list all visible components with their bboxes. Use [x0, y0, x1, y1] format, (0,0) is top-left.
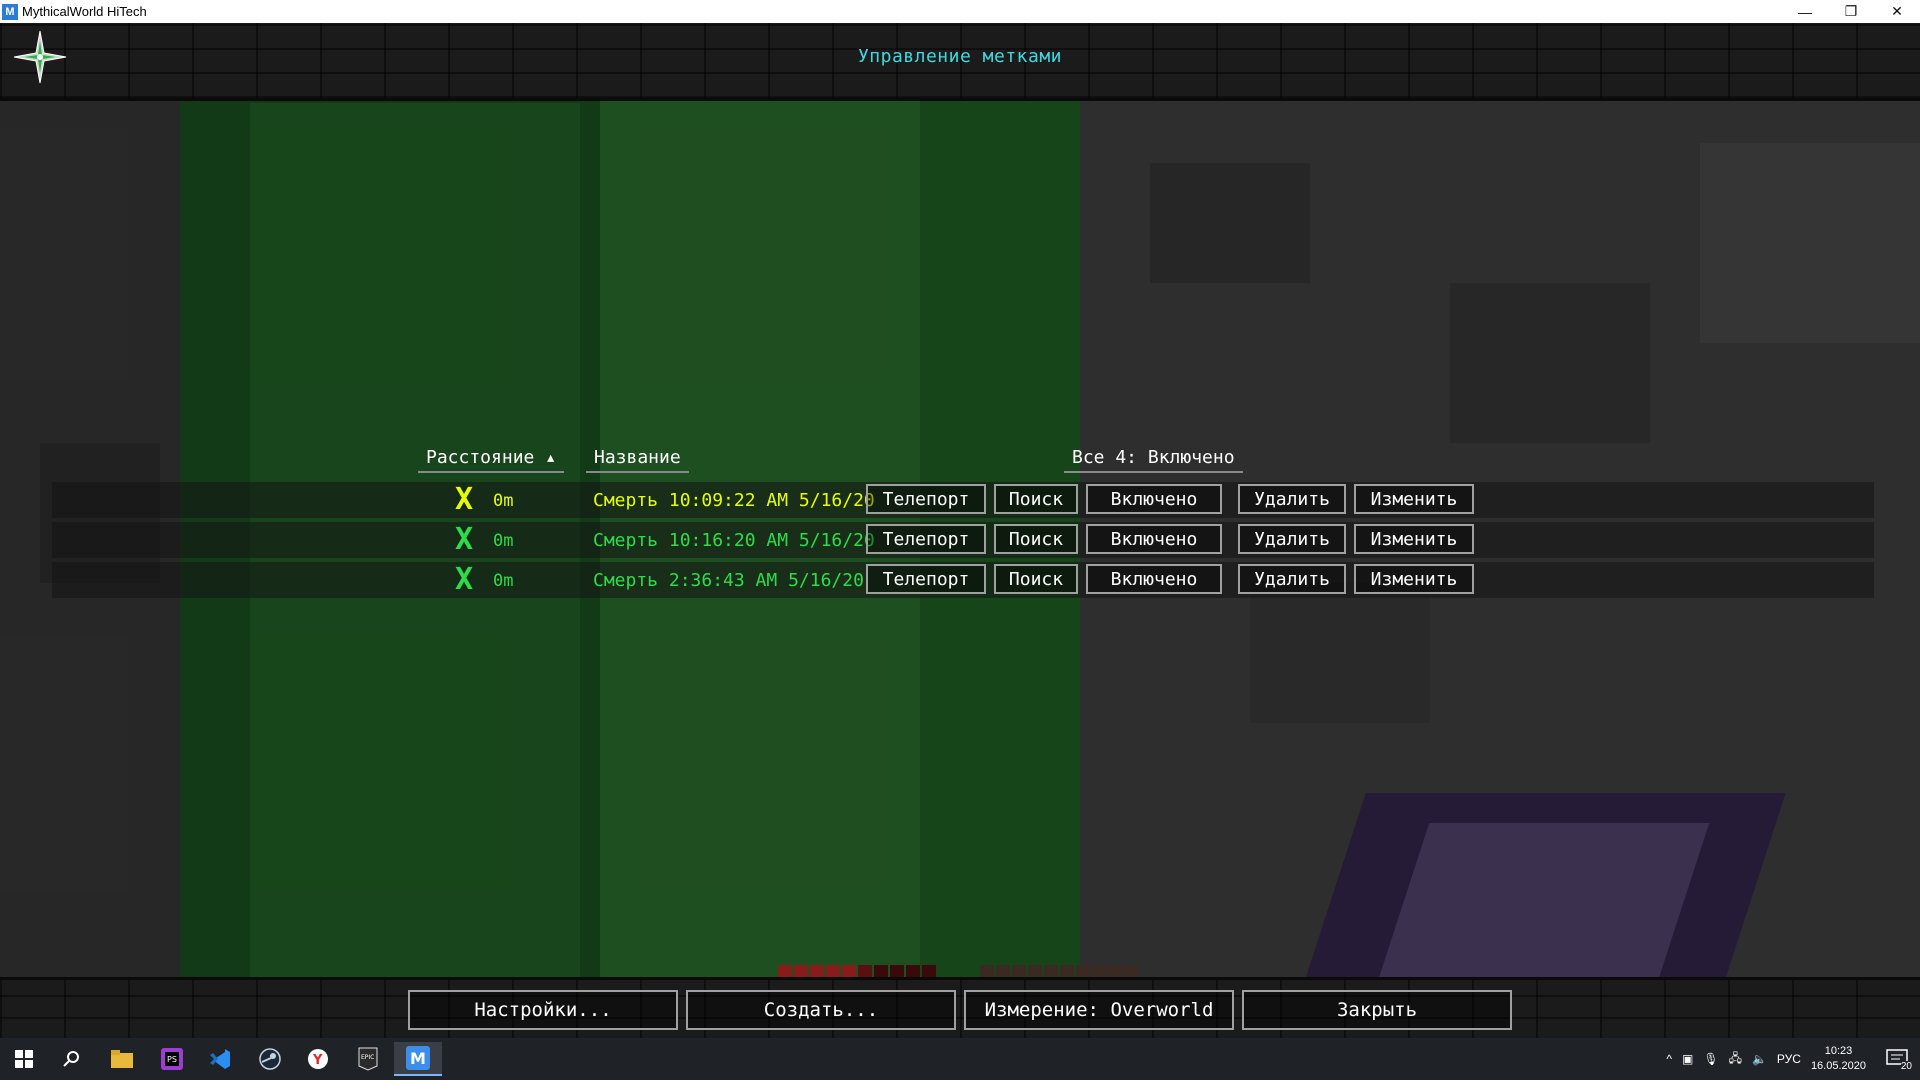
create-button[interactable]: Создать...: [686, 990, 956, 1030]
search-button[interactable]: Поиск: [994, 484, 1078, 514]
waypoint-name: Смерть 10:16:20 AM 5/16/20: [593, 530, 875, 551]
heart-icon: [810, 965, 824, 977]
waypoint-distance: 0m: [493, 491, 514, 511]
settings-button[interactable]: Настройки...: [408, 990, 678, 1030]
enabled-toggle-button[interactable]: Включено: [1086, 564, 1222, 594]
heart-icon: [890, 965, 904, 977]
hunger-icon: [1012, 965, 1026, 977]
yandex-browser-icon[interactable]: Y: [294, 1042, 342, 1076]
hunger-icon: [1076, 965, 1090, 977]
steam-icon[interactable]: [246, 1042, 294, 1076]
waypoint-name: Смерть 10:09:22 AM 5/16/20: [593, 490, 875, 511]
language-indicator[interactable]: РУС: [1777, 1052, 1801, 1066]
waypoint-distance: 0m: [493, 531, 514, 551]
hunger-icon: [1044, 965, 1058, 977]
gui-footer: [0, 977, 1920, 1041]
gui-header: Управление метками: [0, 23, 1920, 101]
toggle-all-button[interactable]: Все 4: Включено: [1064, 447, 1243, 473]
epic-games-icon[interactable]: EPIC: [344, 1042, 392, 1076]
delete-button[interactable]: Удалить: [1238, 484, 1346, 514]
window-title: MythicalWorld HiTech: [22, 4, 147, 19]
volume-icon[interactable]: 🔈: [1752, 1052, 1767, 1066]
vscode-icon[interactable]: [196, 1042, 244, 1076]
heart-icon: [858, 965, 872, 977]
svg-text:Y: Y: [312, 1053, 323, 1068]
phpstorm-icon[interactable]: PS: [148, 1042, 196, 1076]
close-window-button[interactable]: ✕: [1874, 0, 1920, 23]
heart-icon: [778, 965, 792, 977]
heart-icon: [906, 965, 920, 977]
clock-time: 10:23: [1824, 1045, 1853, 1057]
hunger-icon: [1028, 965, 1042, 977]
heart-icon: [842, 965, 856, 977]
mythicalworld-launcher-icon[interactable]: M: [394, 1042, 442, 1076]
tray-epic-icon[interactable]: ▣: [1682, 1052, 1693, 1066]
app-logo-icon: M: [2, 3, 18, 20]
close-gui-button[interactable]: Закрыть: [1242, 990, 1512, 1030]
notification-center-icon[interactable]: 20: [1882, 1046, 1912, 1072]
delete-button[interactable]: Удалить: [1238, 524, 1346, 554]
notification-count: 20: [1900, 1061, 1912, 1072]
waypoint-x-icon: X: [455, 522, 474, 557]
gui-title: Управление метками: [857, 46, 1063, 67]
waypoint-row: X 0m Смерть 10:16:20 AM 5/16/20 Телепорт…: [52, 522, 1874, 558]
waypoint-distance: 0m: [493, 571, 514, 591]
hunger-icon: [1092, 965, 1106, 977]
teleport-button[interactable]: Телепорт: [866, 484, 986, 514]
microphone-icon[interactable]: 🎙: [1703, 1052, 1718, 1066]
windows-taskbar: PS Y EPIC M ^ ▣ 🎙 🖧 🔈 РУС 10:23 16.05.20…: [0, 1038, 1920, 1080]
network-icon[interactable]: 🖧: [1729, 1049, 1742, 1070]
delete-button[interactable]: Удалить: [1238, 564, 1346, 594]
hunger-icon: [1060, 965, 1074, 977]
restore-button[interactable]: ❐: [1828, 0, 1874, 23]
system-tray: ^ ▣ 🎙 🖧 🔈 РУС 10:23 16.05.2020: [1666, 1038, 1866, 1080]
svg-text:EPIC: EPIC: [361, 1054, 374, 1061]
column-header-distance[interactable]: Расстояние ▴: [418, 447, 565, 473]
waypoint-name: Смерть 2:36:43 AM 5/16/20: [593, 570, 864, 591]
tray-chevron-icon[interactable]: ^: [1666, 1052, 1672, 1066]
clock-date: 16.05.2020: [1810, 1060, 1866, 1072]
enabled-toggle-button[interactable]: Включено: [1086, 484, 1222, 514]
search-icon[interactable]: [48, 1042, 96, 1076]
waypoint-row: X 0m Смерть 10:09:22 AM 5/16/20 Телепорт…: [52, 482, 1874, 518]
hunger-icon: [1108, 965, 1122, 977]
search-button[interactable]: Поиск: [994, 564, 1078, 594]
dimension-button[interactable]: Измерение: Overworld: [964, 990, 1234, 1030]
window-title-bar: M MythicalWorld HiTech — ❐ ✕: [0, 0, 1920, 23]
edit-button[interactable]: Изменить: [1354, 524, 1474, 554]
waypoint-x-icon: X: [455, 482, 474, 517]
waypoint-row: X 0m Смерть 2:36:43 AM 5/16/20 Телепорт …: [52, 562, 1874, 598]
health-bar: [778, 965, 936, 977]
edit-button[interactable]: Изменить: [1354, 484, 1474, 514]
file-explorer-icon[interactable]: [98, 1042, 146, 1076]
hunger-icon: [1124, 965, 1138, 977]
minimize-button[interactable]: —: [1782, 0, 1828, 23]
svg-text:PS: PS: [167, 1055, 177, 1064]
edit-button[interactable]: Изменить: [1354, 564, 1474, 594]
column-header-name[interactable]: Название: [586, 447, 689, 473]
enabled-toggle-button[interactable]: Включено: [1086, 524, 1222, 554]
waypoint-x-icon: X: [455, 562, 474, 597]
teleport-button[interactable]: Телепорт: [866, 524, 986, 554]
heart-icon: [922, 965, 936, 977]
svg-text:M: M: [410, 1049, 426, 1068]
search-button[interactable]: Поиск: [994, 524, 1078, 554]
heart-icon: [794, 965, 808, 977]
taskbar-clock[interactable]: 10:23 16.05.2020: [1811, 1044, 1866, 1074]
hunger-icon: [996, 965, 1010, 977]
windows-start-icon[interactable]: [0, 1042, 48, 1076]
teleport-button[interactable]: Телепорт: [866, 564, 986, 594]
heart-icon: [874, 965, 888, 977]
heart-icon: [826, 965, 840, 977]
hunger-icon: [980, 965, 994, 977]
hunger-bar: [980, 965, 1138, 977]
